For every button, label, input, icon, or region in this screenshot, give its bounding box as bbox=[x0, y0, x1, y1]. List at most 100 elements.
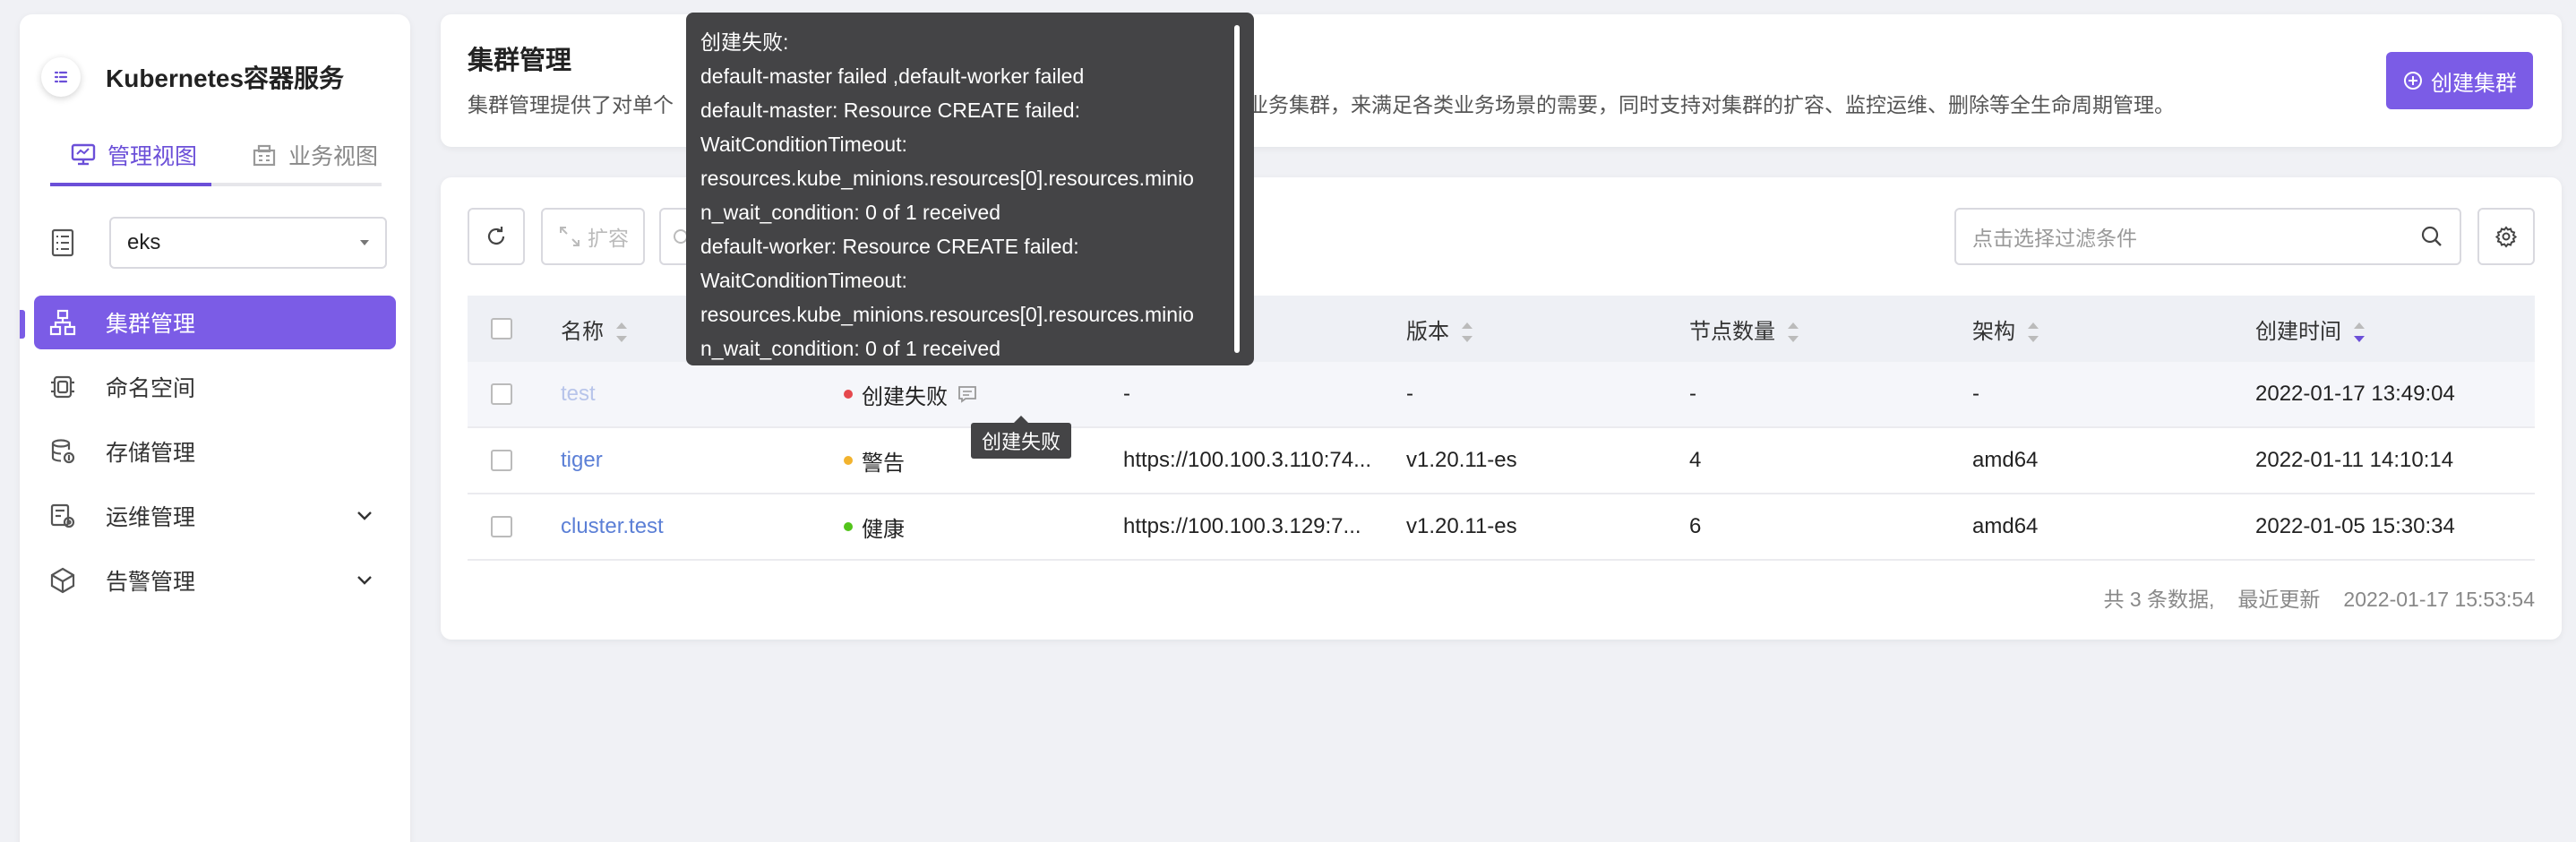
table-row: test 创建失败 - - - - 2022-01-17 13:49:04 bbox=[468, 362, 2535, 428]
status-dot bbox=[844, 522, 853, 531]
status-text: 健康 bbox=[862, 517, 905, 542]
status-cell: 创建失败 bbox=[844, 379, 1112, 410]
tab-business-view[interactable]: 业务视图 bbox=[231, 127, 392, 183]
chevron-down-icon[interactable] bbox=[355, 505, 374, 525]
filter-placeholder: 点击选择过滤条件 bbox=[1972, 227, 2137, 250]
sidebar-nav: 集群管理 命名空间 存储管理 运维管理 告警管理 bbox=[34, 296, 396, 618]
scale-label: 扩容 bbox=[588, 227, 629, 250]
node-count: - bbox=[1689, 382, 1696, 406]
sidebar-item-ops[interactable]: 运维管理 bbox=[34, 489, 396, 543]
search-icon[interactable] bbox=[2420, 225, 2443, 248]
column-label: 名称 bbox=[561, 319, 604, 344]
created-time: 2022-01-11 14:10:14 bbox=[2255, 448, 2454, 472]
chevron-down-icon[interactable] bbox=[355, 570, 374, 589]
create-cluster-button[interactable]: 创建集群 bbox=[2386, 52, 2533, 109]
active-nav-indicator bbox=[20, 310, 25, 339]
row-checkbox[interactable] bbox=[491, 516, 512, 537]
building-icon bbox=[253, 144, 276, 167]
tooltip-line: n_wait_condition: 0 of 1 received bbox=[700, 337, 1000, 360]
arch-value: amd64 bbox=[1972, 448, 2039, 472]
tooltip-line: default-worker: Resource CREATE failed: bbox=[700, 235, 1079, 258]
tooltip-line: resources.kube_minions.resources[0].reso… bbox=[700, 303, 1194, 326]
tooltip-line: WaitConditionTimeout: bbox=[700, 269, 907, 292]
column-header-created[interactable]: 创建时间 bbox=[2255, 314, 2524, 345]
column-header-version[interactable]: 版本 bbox=[1406, 314, 1666, 345]
alert-icon bbox=[50, 567, 75, 594]
column-header-nodes[interactable]: 节点数量 bbox=[1689, 314, 1949, 345]
tab-management-view[interactable]: 管理视图 bbox=[50, 127, 212, 186]
cluster-name-link[interactable]: tiger bbox=[561, 448, 829, 473]
arch-value: amd64 bbox=[1972, 514, 2039, 538]
gear-icon bbox=[2494, 226, 2518, 248]
version-value: v1.20.11-es bbox=[1406, 514, 1517, 538]
select-all-checkbox[interactable] bbox=[491, 318, 512, 339]
status-text: 警告 bbox=[862, 451, 905, 476]
namespace-row: eks bbox=[47, 217, 387, 269]
menu-toggle-icon[interactable] bbox=[41, 57, 81, 97]
page-title: 集群管理 bbox=[468, 47, 572, 75]
sidebar-item-alerts[interactable]: 告警管理 bbox=[34, 554, 396, 607]
node-count: 4 bbox=[1689, 448, 1702, 472]
status-tooltip: 创建失败 bbox=[971, 416, 1072, 459]
namespace-select[interactable]: eks bbox=[109, 217, 387, 269]
column-header-arch[interactable]: 架构 bbox=[1972, 314, 2232, 345]
status-dot bbox=[844, 456, 853, 465]
description-start: 集群管理提供了对单个 bbox=[468, 93, 674, 116]
status-dot bbox=[844, 390, 853, 399]
sort-desc-icon bbox=[2354, 322, 2365, 343]
tooltip-line: default-master: Resource CREATE failed: bbox=[700, 99, 1080, 122]
cluster-name-link[interactable]: cluster.test bbox=[561, 514, 829, 539]
cluster-name-link[interactable]: test bbox=[561, 382, 829, 407]
sidebar-item-namespace[interactable]: 命名空间 bbox=[34, 360, 396, 414]
tab-label: 管理视图 bbox=[107, 144, 198, 169]
database-icon bbox=[51, 439, 75, 464]
ops-icon bbox=[50, 503, 75, 528]
arch-value: - bbox=[1972, 382, 1979, 406]
sort-icon bbox=[1788, 322, 1799, 343]
refresh-icon bbox=[487, 227, 505, 245]
brand-title: Kubernetes容器服务 bbox=[106, 64, 345, 92]
namespace-icon bbox=[51, 375, 74, 399]
column-label: 创建时间 bbox=[2255, 319, 2341, 344]
row-checkbox[interactable] bbox=[491, 450, 512, 471]
sort-icon bbox=[616, 322, 627, 343]
sidebar-item-label: 告警管理 bbox=[106, 570, 196, 595]
created-time: 2022-01-05 15:30:34 bbox=[2255, 514, 2455, 538]
scale-button[interactable]: 扩容 bbox=[541, 208, 645, 265]
brand: Kubernetes容器服务 bbox=[41, 45, 344, 109]
column-label: 版本 bbox=[1406, 319, 1449, 344]
namespace-value: eks bbox=[127, 230, 161, 254]
filter-input[interactable]: 点击选择过滤条件 bbox=[1954, 208, 2461, 265]
node-count: 6 bbox=[1689, 514, 1702, 538]
refresh-button[interactable] bbox=[468, 208, 525, 265]
settings-button[interactable] bbox=[2477, 208, 2535, 265]
sidebar-item-label: 运维管理 bbox=[106, 505, 196, 530]
table-footer: 共 3 条数据, 最近更新 2022-01-17 15:53:54 bbox=[2103, 582, 2535, 613]
version-value: - bbox=[1406, 382, 1413, 406]
api-address: https://100.100.3.129:7... bbox=[1123, 514, 1361, 538]
status-cell: 健康 bbox=[844, 511, 1112, 543]
row-checkbox[interactable] bbox=[491, 383, 512, 405]
cluster-icon bbox=[49, 309, 76, 336]
total-count: 共 3 条数据, bbox=[2103, 588, 2215, 611]
sidebar: Kubernetes容器服务 管理视图 业务视图 eks 集群管理 命名空间 存… bbox=[20, 14, 410, 842]
column-label: 节点数量 bbox=[1689, 319, 1775, 344]
api-address: https://100.100.3.110:74... bbox=[1123, 448, 1372, 472]
caret-down-icon bbox=[360, 240, 369, 245]
expand-icon bbox=[560, 227, 580, 246]
sidebar-item-label: 集群管理 bbox=[106, 312, 196, 337]
monitor-icon bbox=[71, 143, 96, 166]
message-icon[interactable] bbox=[957, 383, 978, 405]
sort-icon bbox=[2028, 322, 2039, 343]
tooltip-scrollbar[interactable] bbox=[1234, 25, 1240, 353]
list-icon bbox=[51, 228, 74, 257]
tooltip-line: 创建失败: bbox=[700, 30, 789, 54]
tooltip-line: default-master failed ,default-worker fa… bbox=[700, 64, 1085, 88]
sidebar-item-cluster-management[interactable]: 集群管理 bbox=[34, 296, 396, 349]
updated-time: 2022-01-17 15:53:54 bbox=[2343, 588, 2535, 611]
create-cluster-label: 创建集群 bbox=[2431, 71, 2517, 96]
sidebar-item-storage[interactable]: 存储管理 bbox=[34, 425, 396, 478]
description-end: 署容器业务集群，来满足各类业务场景的需要，同时支持对集群的扩容、监控运维、删除等… bbox=[1186, 93, 2175, 116]
status-text: 创建失败 bbox=[862, 384, 948, 409]
tooltip-line: WaitConditionTimeout: bbox=[700, 133, 907, 156]
